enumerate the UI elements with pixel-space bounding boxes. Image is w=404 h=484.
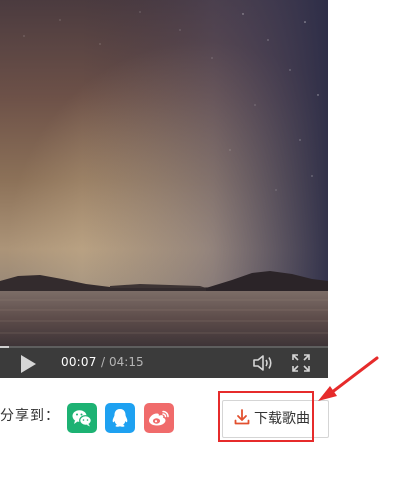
annotation-arrow-icon (318, 356, 379, 401)
wechat-icon (72, 410, 92, 427)
fullscreen-button[interactable] (291, 353, 311, 373)
progress-bar[interactable] (0, 346, 328, 348)
share-qq-button[interactable] (105, 403, 135, 433)
video-player[interactable]: 00:07 / 04:15 (0, 0, 328, 378)
play-button[interactable] (14, 352, 42, 376)
download-icon (234, 409, 250, 425)
music-page: 00:07 / 04:15 分享到： 下载歌曲 (0, 0, 404, 484)
share-label: 分享到： (0, 408, 60, 424)
download-song-label: 下载歌曲 (254, 411, 310, 427)
total-time: 04:15 (109, 355, 144, 369)
current-time: 00:07 (61, 355, 97, 369)
player-control-bar: 00:07 / 04:15 (0, 346, 328, 378)
volume-icon (253, 355, 272, 371)
volume-button[interactable] (251, 352, 275, 374)
video-frame-landscape[interactable] (0, 0, 328, 346)
share-weibo-button[interactable] (144, 403, 174, 433)
share-wechat-button[interactable] (67, 403, 97, 433)
progress-fill (0, 346, 9, 348)
play-icon (21, 355, 36, 373)
weibo-icon (149, 410, 169, 426)
qq-icon (112, 409, 128, 427)
download-song-button[interactable]: 下载歌曲 (222, 400, 329, 438)
fullscreen-icon (292, 354, 310, 372)
time-separator: / (101, 355, 106, 369)
